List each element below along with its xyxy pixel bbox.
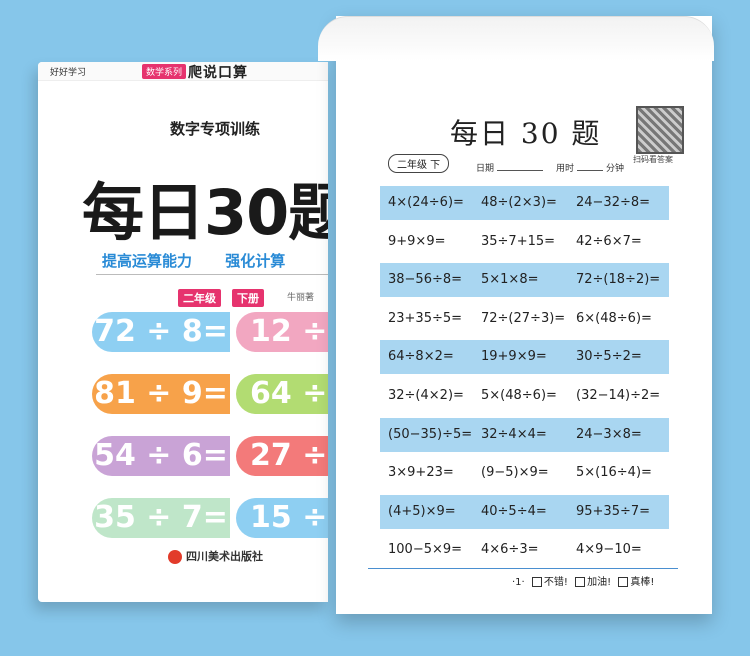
time-unit: 分钟 (606, 164, 625, 174)
problem-cell: 4×6÷3= (481, 542, 539, 558)
problem-row: 9+9×9= 35÷7+15= 42÷6×7= (380, 225, 669, 259)
problem-row: 3×9+23= (9−5)×9= 5×(16÷4)= (380, 456, 669, 490)
problem-row: 100−5×9= 4×6÷3= 4×9−10= (380, 533, 669, 567)
problem-cell: 100−5×9= (388, 542, 463, 558)
grade-label: 二年级 下 (388, 154, 450, 173)
problem-cell: 19+9×9= (481, 349, 547, 365)
worksheet-title: 每日 30 题 (450, 117, 602, 150)
problem-cell: 40÷5÷4= (481, 503, 547, 519)
publisher-name: 四川美术出版社 (186, 550, 263, 563)
qr-caption: 扫码看答案 (633, 155, 673, 164)
checkbox-icon[interactable] (618, 577, 629, 587)
cover-series-title: 爬说口算 (188, 65, 248, 81)
cover-pill-right: 12 ÷ (236, 312, 328, 352)
cover-pill-left: 81 ÷ 9= (92, 374, 230, 414)
time-field: 用时 分钟 (556, 161, 624, 174)
cover-top-bar: 好好学习 数学系列 爬说口算 (38, 62, 328, 81)
problem-cell: (4+5)×9= (388, 503, 456, 519)
problem-cell: 5×(16÷4)= (576, 465, 652, 481)
problem-cell: 72÷(18÷2)= (576, 272, 661, 288)
problem-cell: 23+35÷5= (388, 310, 463, 326)
rating-option: 不错! (543, 577, 568, 588)
cover-pill-right: 15 ÷ (236, 498, 328, 538)
problem-row: 23+35÷5= 72÷(27÷3)= 6×(48÷6)= (380, 302, 669, 336)
date-blank (497, 162, 544, 171)
cover-series-badge: 数学系列 (142, 64, 187, 79)
cover-term-badge: 下册 (232, 289, 264, 307)
footer-divider (368, 568, 678, 569)
problem-cell: 24−3×8= (576, 426, 642, 442)
problem-row: 32÷(4×2)= 5×(48÷6)= (32−14)÷2= (380, 379, 669, 413)
problem-cell: 32÷(4×2)= (388, 388, 464, 403)
date-field: 日期 (476, 161, 546, 174)
rating-option: 真棒! (630, 577, 655, 588)
footer: ·1· 不错! 加油! 真棒! (512, 573, 654, 588)
cover-pill-left: 72 ÷ 8= (92, 312, 230, 352)
problem-cell: 95+35÷7= (576, 503, 651, 519)
problem-row: 4×(24÷6)= 48÷(2×3)= 24−32÷8= (380, 186, 669, 220)
problem-cell: 38−56÷8= (388, 272, 463, 288)
problem-row: (50−35)÷5= 32÷4×4= 24−3×8= (380, 417, 669, 452)
cover-publisher: 四川美术出版社 (168, 548, 263, 564)
problem-cell: 4×(24÷6)= (388, 195, 464, 210)
problem-cell: 42÷6×7= (576, 233, 642, 249)
problem-cell: 3×9+23= (388, 465, 454, 481)
problem-row: (4+5)×9= 40÷5÷4= 95+35÷7= (380, 494, 669, 529)
cover-big-title: 每日30题 (82, 176, 328, 249)
problem-cell: 64÷8×2= (388, 349, 454, 365)
problem-cell: 4×9−10= (576, 542, 642, 558)
cover-pill-left: 54 ÷ 6= (92, 436, 230, 476)
problem-cell: 24−32÷8= (576, 195, 651, 210)
time-label: 用时 (556, 164, 575, 174)
cover-slogan: 强化计算 (225, 252, 286, 270)
cover-slogan: 提高运算能力 (102, 252, 193, 270)
cover-pill-right: 27 ÷ (236, 436, 328, 476)
cover-grade-badge: 二年级 (178, 289, 221, 307)
book-cover: 好好学习 数学系列 爬说口算 数字专项训练 每日30题 提高运算能力 强化计算 … (38, 62, 328, 602)
cover-pill-right: 64 ÷ (236, 374, 328, 414)
publisher-logo-icon (168, 550, 182, 564)
problem-row: 64÷8×2= 19+9×9= 30÷5÷2= (380, 340, 669, 375)
cover-author: 牛丽著 (287, 293, 315, 303)
cover-slogans: 提高运算能力 强化计算 (102, 250, 313, 271)
page-number: ·1· (512, 577, 525, 588)
problem-cell: 30÷5÷2= (576, 349, 642, 365)
problem-cell: 72÷(27÷3)= (481, 310, 566, 326)
problem-cell: 9+9×9= (388, 233, 446, 249)
checkbox-icon[interactable] (531, 577, 542, 587)
page-curl (318, 16, 714, 61)
qr-code-icon (636, 106, 684, 154)
checkbox-icon[interactable] (575, 577, 586, 587)
cover-divider (96, 274, 328, 275)
problem-cell: 6×(48÷6)= (576, 310, 652, 326)
problem-cell: 35÷7+15= (481, 233, 556, 249)
cover-pill-left: 35 ÷ 7= (92, 498, 230, 538)
cover-brand: 好好学习 (50, 68, 87, 78)
date-label: 日期 (476, 164, 495, 174)
rating-option: 加油! (587, 577, 612, 588)
problem-cell: 5×(48÷6)= (481, 388, 557, 403)
problem-row: 38−56÷8= 5×1×8= 72÷(18÷2)= (380, 263, 669, 298)
problem-cell: (50−35)÷5= (388, 426, 473, 442)
time-blank (577, 162, 604, 171)
cover-subtitle: 数字专项训练 (170, 120, 261, 138)
problem-cell: 48÷(2×3)= (481, 195, 557, 210)
problem-cell: (9−5)×9= (481, 465, 549, 481)
problem-cell: 32÷4×4= (481, 426, 547, 442)
problem-cell: 5×1×8= (481, 272, 539, 288)
problem-cell: (32−14)÷2= (576, 388, 661, 403)
